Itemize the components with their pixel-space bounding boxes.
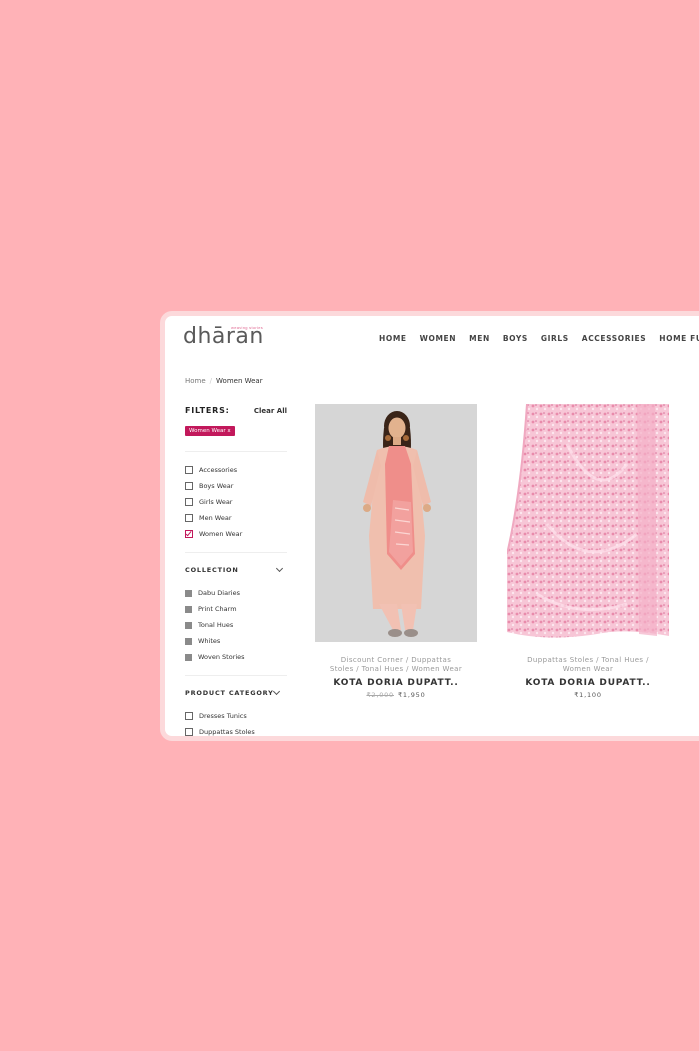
checkbox[interactable] bbox=[185, 728, 193, 736]
product-card[interactable]: Duppattas Stoles / Tonal Hues / Women We… bbox=[507, 404, 669, 699]
active-filter-chip[interactable]: Women Wear x bbox=[185, 426, 235, 436]
collection-filter-list: Dabu Diaries Print Charm Tonal Hues Whit… bbox=[185, 585, 287, 665]
collection-checkbox[interactable] bbox=[185, 621, 192, 629]
breadcrumb-current: Women Wear bbox=[216, 377, 263, 385]
nav-women[interactable]: WOMEN bbox=[420, 334, 457, 343]
filter-option-girls-wear[interactable]: Girls Wear bbox=[185, 494, 287, 510]
collection-option[interactable]: Print Charm bbox=[185, 601, 287, 617]
breadcrumb: Home / Women Wear bbox=[185, 377, 263, 385]
product-category-option[interactable]: Dresses Tunics bbox=[185, 708, 287, 724]
product-categories-line: Women Wear bbox=[562, 665, 614, 673]
chevron-down-icon bbox=[272, 687, 281, 696]
filter-option-men-wear[interactable]: Men Wear bbox=[185, 510, 287, 526]
collection-label: Tonal Hues bbox=[198, 621, 234, 629]
sale-price: ₹1,950 bbox=[398, 691, 426, 699]
product-categories-line: Duppattas Stoles / Tonal Hues / bbox=[527, 656, 649, 664]
product-price: ₹1,100 bbox=[507, 691, 669, 699]
filters-title: FILTERS: bbox=[185, 406, 230, 415]
product-categories-line: Discount Corner / Duppattas bbox=[340, 656, 452, 664]
product-image[interactable] bbox=[315, 404, 477, 642]
filter-option-label: Women Wear bbox=[199, 530, 243, 538]
product-name[interactable]: KOTA DORIA DUPATT.. bbox=[507, 678, 669, 688]
nav-men[interactable]: MEN bbox=[469, 334, 490, 343]
product-category-filter-list: Dresses Tunics Duppattas Stoles bbox=[185, 708, 287, 736]
collection-option[interactable]: Tonal Hues bbox=[185, 617, 287, 633]
product-card[interactable]: Discount Corner / Duppattas Stoles / Ton… bbox=[315, 404, 477, 699]
breadcrumb-home[interactable]: Home bbox=[185, 377, 206, 385]
nav-accessories[interactable]: ACCESSORIES bbox=[582, 334, 646, 343]
chevron-down-icon bbox=[275, 564, 284, 573]
product-categories[interactable]: Duppattas Stoles / Tonal Hues / Women We… bbox=[507, 656, 669, 674]
filter-option-boys-wear[interactable]: Boys Wear bbox=[185, 478, 287, 494]
nav-home-furnishing[interactable]: HOME FURNIS bbox=[659, 334, 699, 343]
checkbox-checked[interactable] bbox=[185, 530, 193, 538]
product-category-label: Duppattas Stoles bbox=[199, 728, 255, 736]
filter-option-women-wear[interactable]: Women Wear bbox=[185, 526, 287, 542]
filter-option-label: Accessories bbox=[199, 466, 238, 474]
checkbox[interactable] bbox=[185, 482, 193, 490]
model-photo-illustration bbox=[315, 404, 477, 642]
collection-label: Dabu Diaries bbox=[198, 589, 240, 597]
filters-header: FILTERS: Clear All bbox=[185, 406, 287, 415]
product-price: ₹2,000 ₹1,950 bbox=[315, 691, 477, 699]
main-nav: HOME WOMEN MEN BOYS GIRLS ACCESSORIES HO… bbox=[379, 334, 699, 343]
product-category-option[interactable]: Duppattas Stoles bbox=[185, 724, 287, 736]
nav-home[interactable]: HOME bbox=[379, 334, 407, 343]
checkbox[interactable] bbox=[185, 498, 193, 506]
collection-checkbox[interactable] bbox=[185, 605, 192, 613]
browser-window: weaving stories dhāran HOME WOMEN MEN BO… bbox=[160, 311, 699, 741]
collection-label: Whites bbox=[198, 637, 221, 645]
category-filter-list: Accessories Boys Wear Girls Wear Men Wea… bbox=[185, 462, 287, 542]
product-category-label: Dresses Tunics bbox=[199, 712, 247, 720]
divider bbox=[185, 675, 287, 676]
clear-all-button[interactable]: Clear All bbox=[254, 407, 287, 415]
checkbox[interactable] bbox=[185, 712, 193, 720]
sale-price: ₹1,100 bbox=[574, 691, 602, 699]
filter-option-label: Men Wear bbox=[199, 514, 232, 522]
filter-sidebar: FILTERS: Clear All Women Wear x Accessor… bbox=[185, 406, 287, 736]
filter-option-label: Girls Wear bbox=[199, 498, 233, 506]
collection-option[interactable]: Whites bbox=[185, 633, 287, 649]
collection-option[interactable]: Dabu Diaries bbox=[185, 585, 287, 601]
collection-option[interactable]: Woven Stories bbox=[185, 649, 287, 665]
divider bbox=[185, 451, 287, 452]
product-category-title: PRODUCT CATEGORY bbox=[185, 689, 274, 697]
product-category-section-toggle[interactable]: PRODUCT CATEGORY bbox=[185, 686, 287, 700]
collection-checkbox[interactable] bbox=[185, 637, 192, 645]
breadcrumb-separator: / bbox=[209, 377, 213, 385]
nav-girls[interactable]: GIRLS bbox=[541, 334, 569, 343]
collection-label: Woven Stories bbox=[198, 653, 245, 661]
collection-checkbox[interactable] bbox=[185, 589, 192, 597]
divider bbox=[185, 552, 287, 553]
original-price: ₹2,000 bbox=[366, 691, 394, 699]
product-categories[interactable]: Discount Corner / Duppattas Stoles / Ton… bbox=[315, 656, 477, 674]
filter-option-accessories[interactable]: Accessories bbox=[185, 462, 287, 478]
collection-checkbox[interactable] bbox=[185, 653, 192, 661]
product-image[interactable] bbox=[507, 404, 669, 642]
collection-title: COLLECTION bbox=[185, 566, 239, 574]
checkbox[interactable] bbox=[185, 466, 193, 474]
product-categories-line: Stoles / Tonal Hues / Women Wear bbox=[329, 665, 463, 673]
dupatta-photo-illustration bbox=[507, 404, 669, 642]
logo-text: dhāran bbox=[183, 324, 264, 349]
nav-boys[interactable]: BOYS bbox=[503, 334, 528, 343]
collection-section-toggle[interactable]: COLLECTION bbox=[185, 563, 287, 577]
checkbox[interactable] bbox=[185, 514, 193, 522]
collection-label: Print Charm bbox=[198, 605, 237, 613]
product-name[interactable]: KOTA DORIA DUPATT.. bbox=[315, 678, 477, 688]
filter-option-label: Boys Wear bbox=[199, 482, 234, 490]
